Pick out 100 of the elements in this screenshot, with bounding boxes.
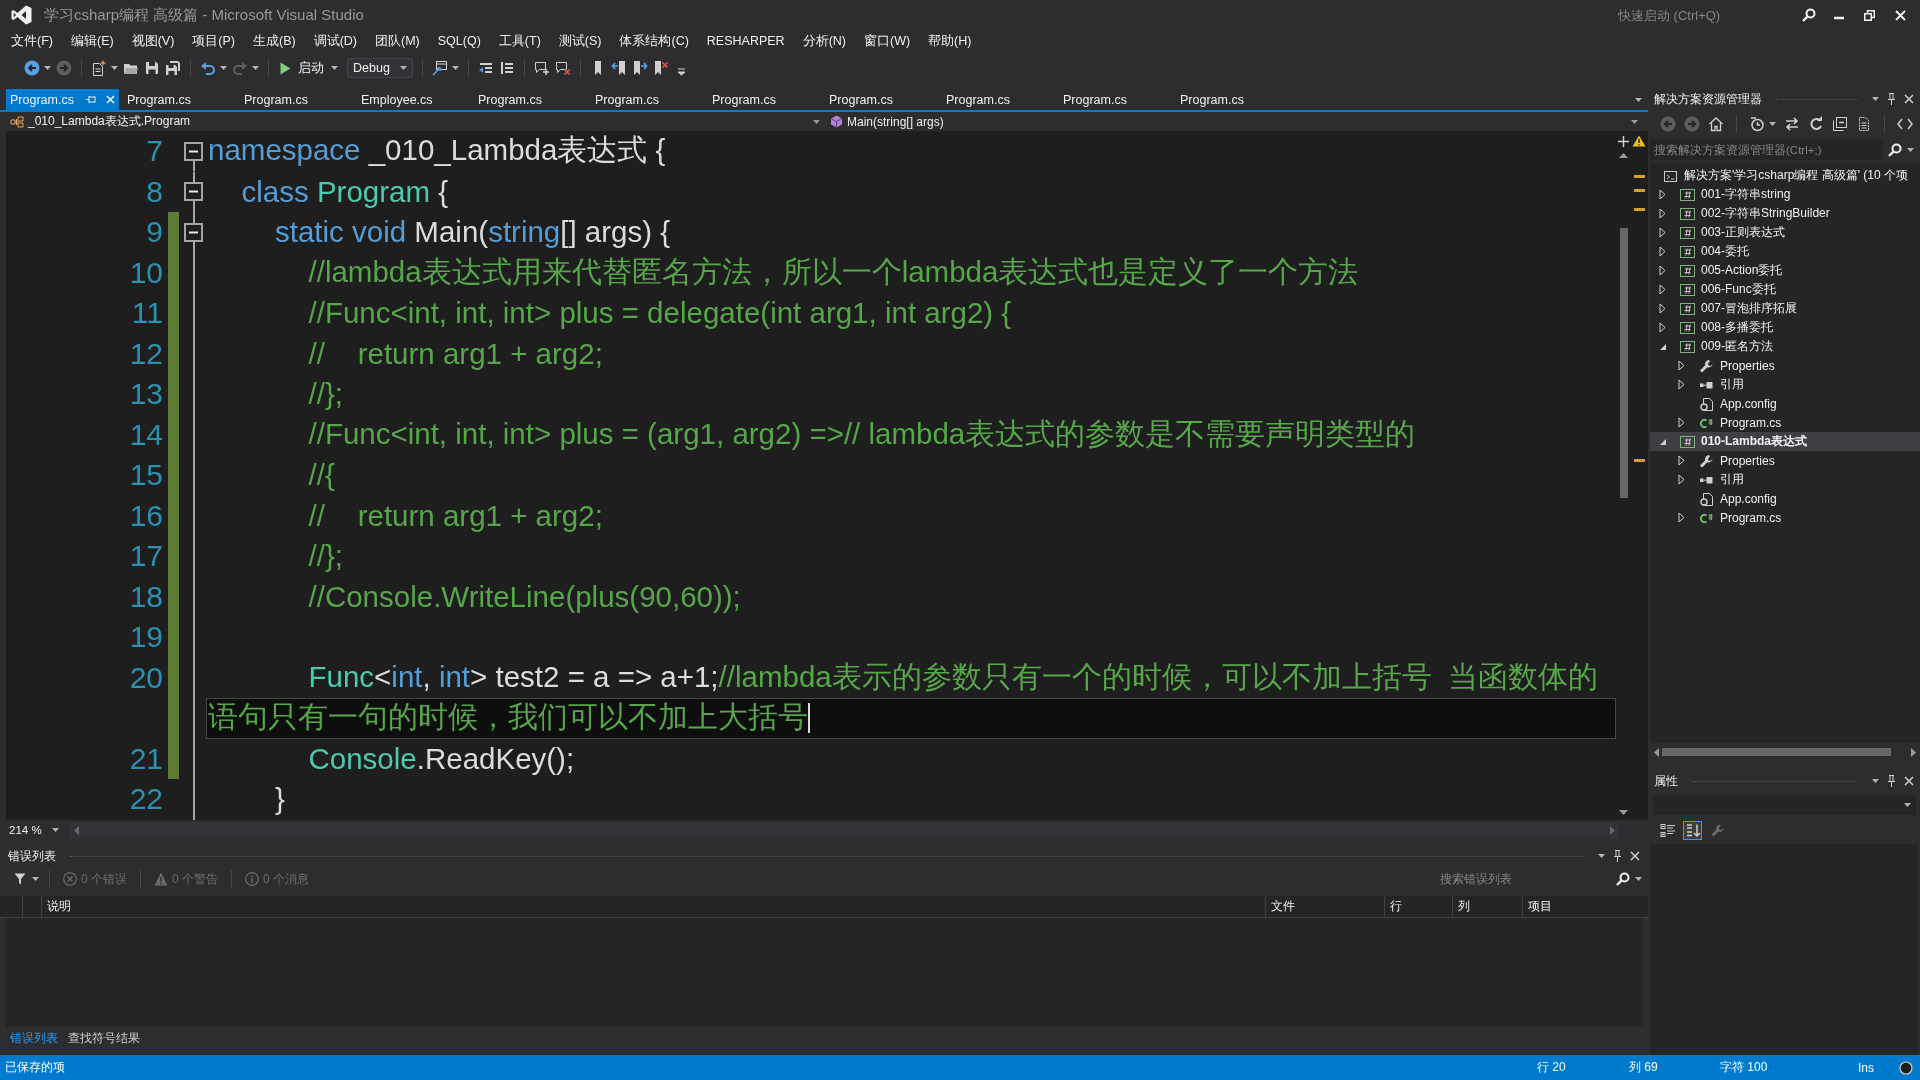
start-button[interactable]: 启动: [278, 57, 326, 79]
search-icon[interactable]: [1802, 8, 1816, 22]
caret-right-icon[interactable]: [1659, 208, 1666, 219]
column-header[interactable]: 文件: [1265, 896, 1384, 917]
menu-item[interactable]: SQL(Q): [428, 31, 490, 51]
menu-item[interactable]: 团队(M): [366, 31, 429, 51]
tree-item[interactable]: 006-Func委托: [1650, 280, 1920, 299]
undo-icon[interactable]: [200, 60, 216, 76]
tree-item[interactable]: App.config: [1650, 489, 1920, 508]
caret-right-icon[interactable]: [1659, 303, 1666, 314]
caret-right-icon[interactable]: [1659, 189, 1666, 200]
search-icon[interactable]: [1616, 872, 1630, 886]
collapse-box-icon[interactable]: [184, 141, 203, 161]
document-tab[interactable]: Program.cs: [938, 89, 1055, 110]
close-icon[interactable]: [1904, 776, 1914, 786]
previous-bookmark-icon[interactable]: [611, 60, 627, 76]
document-tab[interactable]: Program.cs: [821, 89, 938, 110]
home-icon[interactable]: [1708, 116, 1724, 132]
menu-item[interactable]: 测试(S): [549, 31, 611, 51]
tree-item[interactable]: Properties: [1650, 451, 1920, 470]
menu-item[interactable]: 分析(N): [793, 31, 855, 51]
scroll-down-icon[interactable]: [1619, 810, 1628, 815]
column-header[interactable]: 说明: [41, 896, 1265, 917]
indent-icon[interactable]: [499, 60, 515, 76]
caret-icon[interactable]: [1907, 147, 1914, 152]
menu-item[interactable]: 视图(V): [122, 31, 184, 51]
caret-icon[interactable]: [452, 66, 459, 70]
caret-icon[interactable]: [1635, 877, 1642, 881]
search-icon[interactable]: [1888, 142, 1902, 157]
sort-button[interactable]: [1683, 820, 1702, 840]
tree-item[interactable]: 005-Action委托: [1650, 261, 1920, 280]
menu-item[interactable]: 项目(P): [183, 31, 244, 51]
window-arrow-icon[interactable]: [432, 60, 448, 76]
pin-icon[interactable]: [1613, 850, 1622, 862]
panel-tab[interactable]: 查找符号结果: [64, 1029, 144, 1047]
close-icon[interactable]: [1904, 94, 1914, 104]
tree-item[interactable]: 009-匿名方法: [1650, 337, 1920, 356]
document-tab[interactable]: Program.cs: [470, 89, 587, 110]
tree-item[interactable]: Properties: [1650, 356, 1920, 375]
caret-icon[interactable]: [1769, 122, 1776, 126]
collapse-box-icon[interactable]: [184, 182, 203, 202]
document-tab[interactable]: Employee.cs: [353, 89, 470, 110]
menu-item[interactable]: 调试(D): [304, 31, 366, 51]
configuration-dropdown[interactable]: Debug: [347, 58, 413, 78]
clear-bookmarks-icon[interactable]: [653, 60, 669, 76]
tree-item[interactable]: 解决方案'学习csharp编程 高级篇' (10 个项: [1650, 166, 1920, 185]
back-icon[interactable]: [24, 60, 40, 76]
tree-item[interactable]: 007-冒泡排序拓展: [1650, 299, 1920, 318]
document-tab[interactable]: Program.cs: [1055, 89, 1172, 110]
refresh-icon[interactable]: [1808, 116, 1824, 132]
panel-tab[interactable]: 错误列表: [6, 1029, 62, 1047]
collapse-box-icon[interactable]: [184, 222, 203, 242]
document-tab[interactable]: Program.cs: [236, 89, 353, 110]
menu-item[interactable]: 编辑(E): [61, 31, 123, 51]
tree-item[interactable]: 010-Lambda表达式: [1650, 432, 1920, 451]
caret-right-icon[interactable]: [1659, 322, 1666, 333]
caret-right-icon[interactable]: [1678, 455, 1685, 466]
tree-item[interactable]: 008-多播委托: [1650, 318, 1920, 337]
save-icon[interactable]: [144, 60, 160, 76]
outdent-icon[interactable]: [478, 60, 494, 76]
document-tab[interactable]: Program.cs: [1172, 89, 1289, 110]
scroll-left-icon[interactable]: [1654, 747, 1659, 757]
tree-item[interactable]: Program.cs: [1650, 508, 1920, 527]
clock-icon[interactable]: [1749, 116, 1765, 132]
menu-item[interactable]: 生成(B): [244, 31, 305, 51]
caret-right-icon[interactable]: [1659, 265, 1666, 276]
tree-item[interactable]: 引用: [1650, 375, 1920, 394]
plus-icon[interactable]: [1618, 136, 1629, 147]
uncomment-icon[interactable]: [555, 60, 571, 76]
caret-right-icon[interactable]: [1678, 474, 1685, 485]
quick-launch-field[interactable]: 快速启动 (Ctrl+Q): [1618, 7, 1794, 23]
tree-item[interactable]: 004-委托: [1650, 242, 1920, 261]
menu-item[interactable]: RESHARPER: [697, 31, 794, 51]
caret-icon[interactable]: [111, 66, 118, 70]
next-bookmark-icon[interactable]: [632, 60, 648, 76]
caret-icon[interactable]: [220, 66, 227, 70]
document-tab[interactable]: Program.cs: [119, 89, 236, 110]
type-dropdown[interactable]: _010_Lambda表达式.Program: [6, 112, 826, 131]
scrollbar-thumb[interactable]: [1619, 228, 1628, 498]
caret-right-icon[interactable]: [1678, 379, 1685, 390]
circle-icon[interactable]: [1899, 1060, 1913, 1075]
caret-icon[interactable]: [1635, 97, 1642, 102]
tree-item[interactable]: 引用: [1650, 470, 1920, 489]
comment-icon[interactable]: [534, 60, 550, 76]
collapse-all-icon[interactable]: [1832, 116, 1848, 132]
tree-item[interactable]: 002-字符串StringBuilder: [1650, 204, 1920, 223]
save-all-icon[interactable]: [165, 60, 181, 76]
caret-right-icon[interactable]: [1659, 227, 1666, 238]
caret-icon[interactable]: [1598, 854, 1605, 858]
show-all-files-icon[interactable]: [1856, 116, 1872, 132]
pin-icon[interactable]: [1887, 93, 1896, 105]
new-project-icon[interactable]: [91, 60, 107, 76]
scroll-right-icon[interactable]: [1911, 747, 1916, 757]
column-header[interactable]: 列: [1452, 896, 1522, 917]
caret-right-icon[interactable]: [1678, 360, 1685, 371]
column-header[interactable]: 项目: [1522, 896, 1643, 917]
caret-right-icon[interactable]: [1659, 284, 1666, 295]
caret-right-icon[interactable]: [1678, 417, 1685, 428]
code-brackets-icon[interactable]: [1897, 116, 1913, 132]
tree-item[interactable]: 001-字符串string: [1650, 185, 1920, 204]
